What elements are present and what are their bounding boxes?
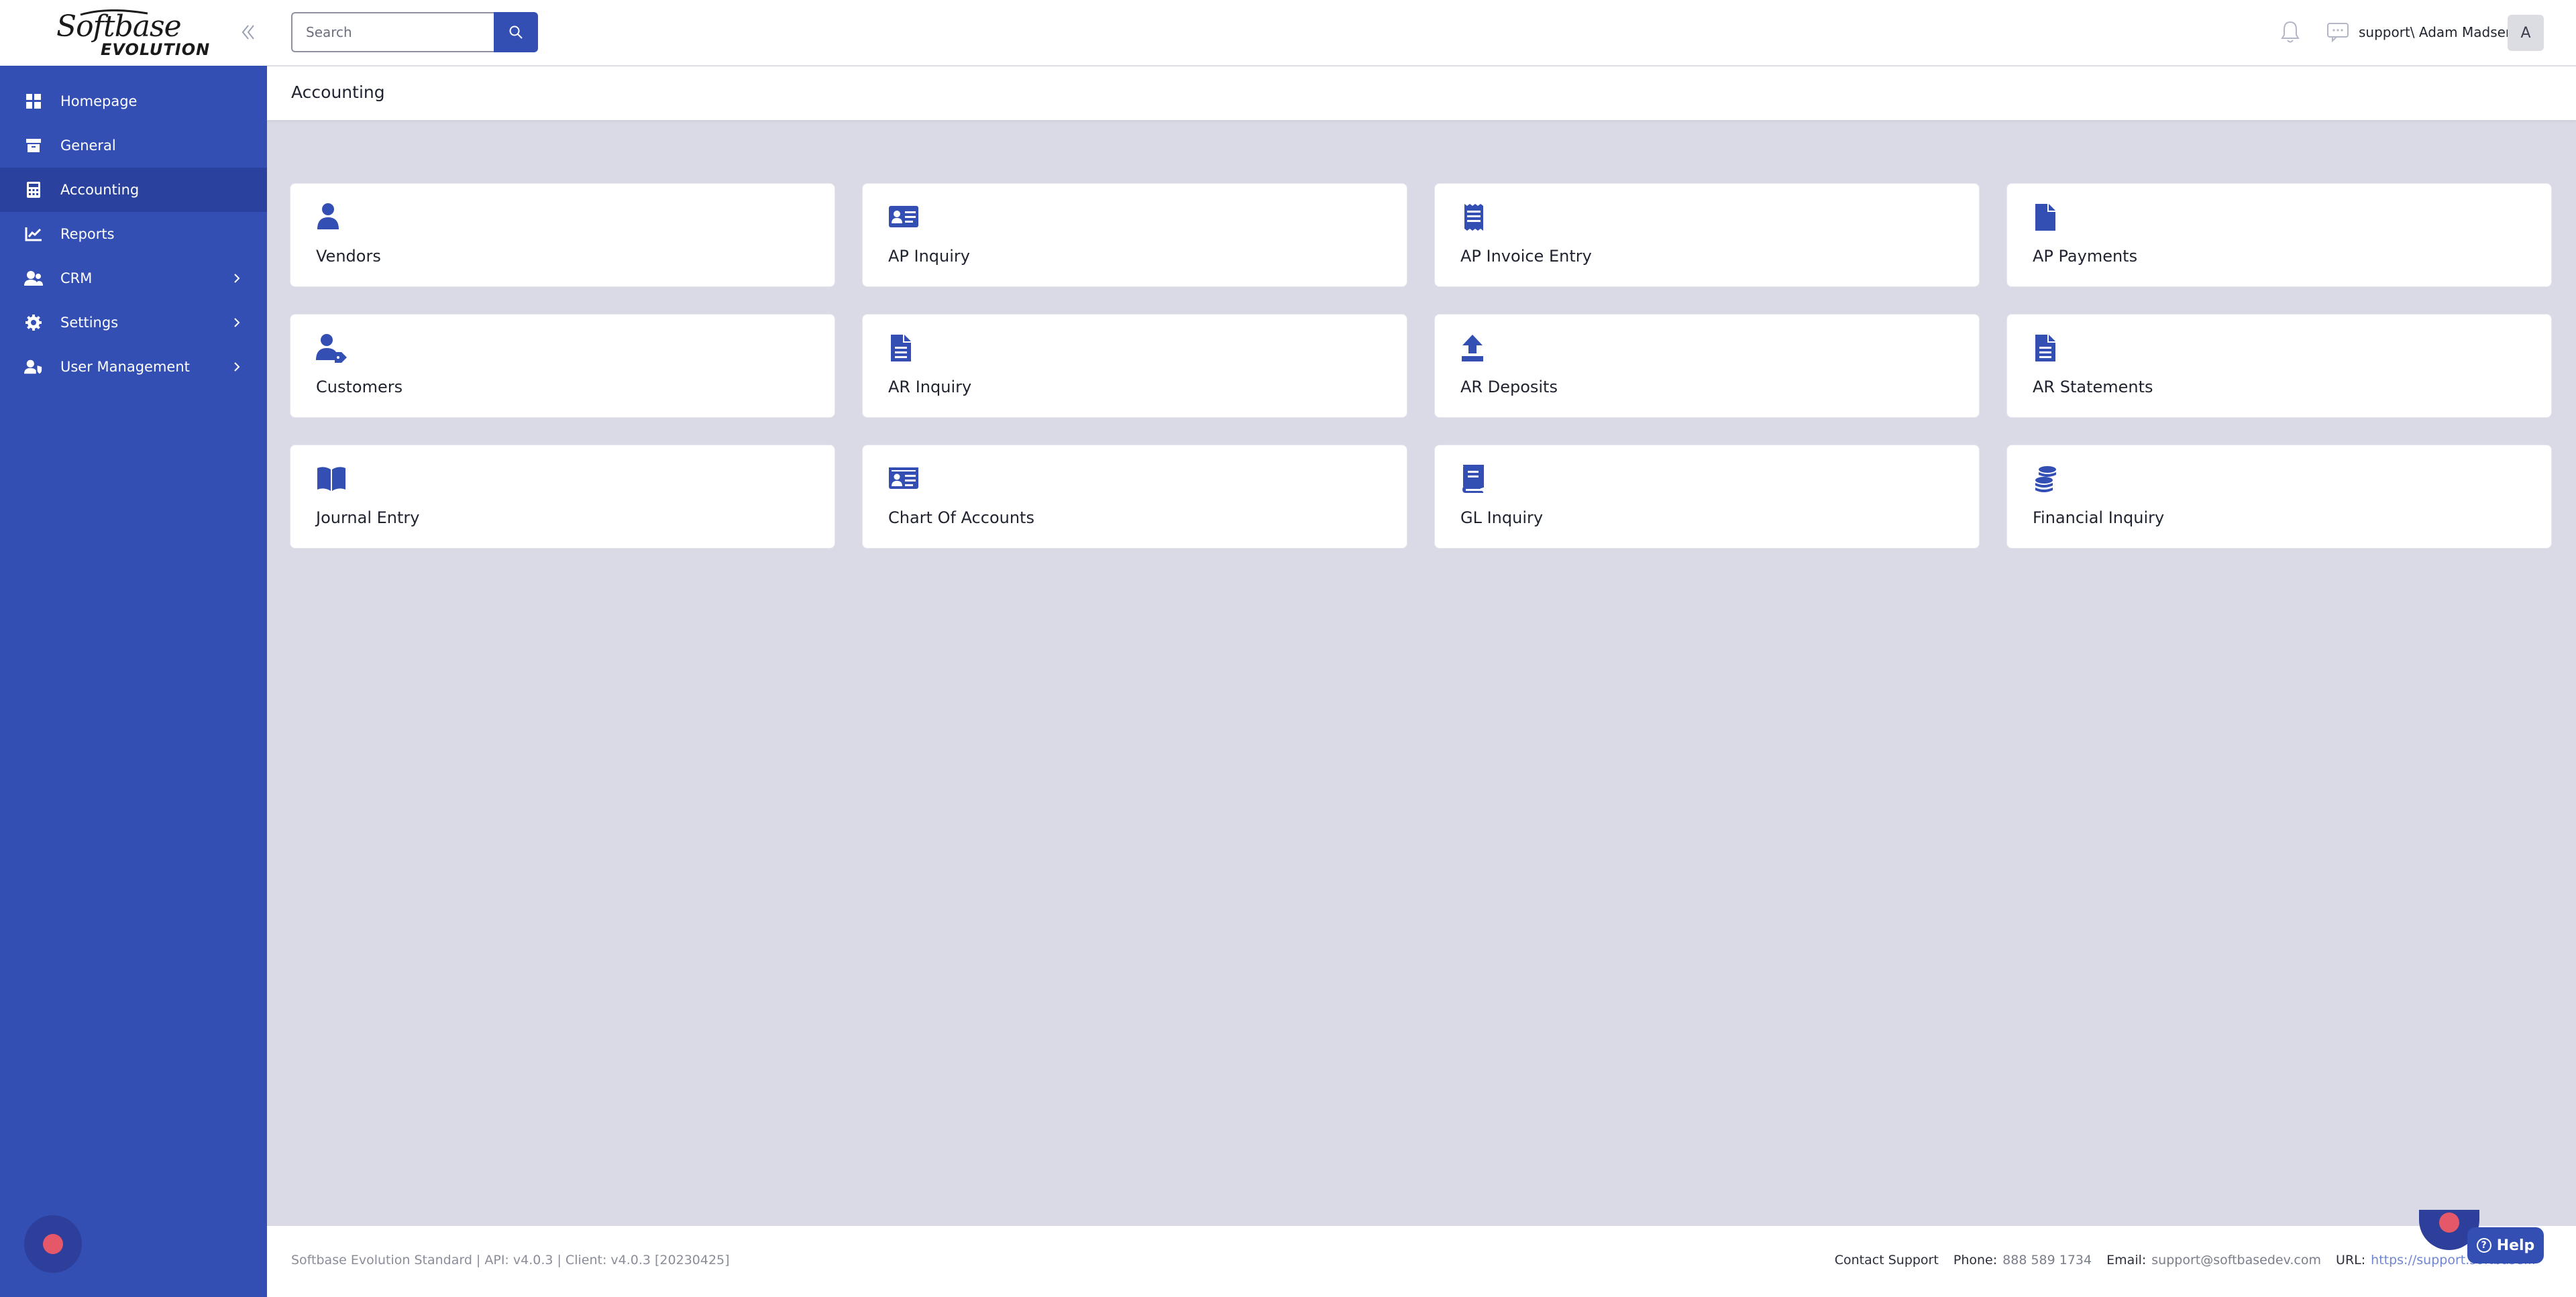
logo-main-text: Softbase — [56, 9, 182, 44]
book-icon — [1462, 465, 1484, 493]
footer: Softbase Evolution Standard | API: v4.0.… — [267, 1226, 2576, 1297]
sidebar-item-accounting[interactable]: Accounting — [0, 168, 267, 212]
sidebar-nav: Homepage General Accounting Reports CRM — [0, 79, 267, 389]
collapse-sidebar-button[interactable] — [239, 20, 258, 44]
sidebar-item-label: Homepage — [60, 93, 138, 109]
tile-label: GL Inquiry — [1460, 508, 1544, 527]
coins-icon — [2035, 466, 2056, 492]
sidebar-item-label: Reports — [60, 226, 115, 242]
sidebar-item-settings[interactable]: Settings — [0, 300, 267, 345]
logo-sub-text: EVOLUTION — [101, 40, 211, 59]
sidebar-item-general[interactable]: General — [0, 123, 267, 168]
page-header: Accounting — [267, 66, 2576, 120]
archive-icon — [24, 136, 43, 155]
tile-label: AR Deposits — [1460, 378, 1558, 396]
grid-icon — [24, 92, 43, 111]
topbar: support\ Adam Madsen A — [267, 0, 2576, 66]
softbase-logo[interactable]: Softbase EVOLUTION — [54, 9, 211, 59]
user-tag-icon — [316, 334, 347, 363]
receipt-icon — [1464, 204, 1483, 231]
file-alt-icon — [891, 335, 911, 361]
support-info: Contact Support Phone: 888 589 1734 Email… — [1824, 1253, 2536, 1267]
tile-label: Financial Inquiry — [2033, 508, 2165, 527]
tile-journal-entry[interactable]: Journal Entry — [290, 445, 835, 549]
sidebar: Softbase EVOLUTION Homepage General Acco… — [0, 0, 267, 1297]
version-info: Softbase Evolution Standard | API: v4.0.… — [291, 1253, 730, 1267]
search-input[interactable] — [292, 13, 495, 51]
sidebar-item-homepage[interactable]: Homepage — [0, 79, 267, 123]
sidebar-item-crm[interactable]: CRM — [0, 256, 267, 300]
tile-label: AR Statements — [2033, 378, 2153, 396]
tile-financial-inquiry[interactable]: Financial Inquiry — [2006, 445, 2552, 549]
gear-icon — [24, 313, 43, 332]
tile-label: Journal Entry — [316, 508, 420, 527]
bell-icon — [2281, 21, 2300, 43]
tile-ap-invoice-entry[interactable]: AP Invoice Entry — [1434, 183, 1980, 287]
sidebar-item-label: General — [60, 137, 116, 154]
tile-ar-inquiry[interactable]: AR Inquiry — [862, 314, 1407, 418]
phone-label: Phone: — [1953, 1253, 1998, 1267]
chevron-right-icon — [234, 318, 240, 327]
email-label: Email: — [2106, 1253, 2147, 1267]
chevron-right-icon — [234, 362, 240, 372]
avatar[interactable]: A — [2508, 15, 2544, 51]
url-label: URL: — [2336, 1253, 2366, 1267]
search-box — [291, 12, 495, 52]
tile-label: Chart Of Accounts — [888, 508, 1034, 527]
search-icon — [509, 25, 523, 39]
tile-label: AP Payments — [2033, 247, 2138, 266]
calculator-icon — [24, 180, 43, 199]
avatar-initial: A — [2520, 24, 2531, 42]
logo-area: Softbase EVOLUTION — [0, 0, 267, 66]
tile-label: Vendors — [316, 247, 381, 266]
tile-label: AP Invoice Entry — [1460, 247, 1592, 266]
record-button[interactable] — [24, 1215, 82, 1273]
file-alt-icon — [2035, 335, 2055, 361]
record-dot-icon — [43, 1234, 63, 1254]
id-card-icon — [889, 206, 918, 227]
question-circle-icon: ? — [2476, 1238, 2491, 1253]
page-title: Accounting — [291, 82, 385, 102]
user-shield-icon — [24, 357, 43, 376]
contact-support-label: Contact Support — [1834, 1253, 1939, 1267]
tile-vendors[interactable]: Vendors — [290, 183, 835, 287]
chevron-right-icon — [234, 274, 240, 283]
upload-icon — [1462, 335, 1483, 361]
tile-label: AR Inquiry — [888, 378, 972, 396]
search-button[interactable] — [494, 12, 538, 52]
messages-button[interactable] — [2326, 21, 2349, 43]
user-name[interactable]: support\ Adam Madsen — [2359, 24, 2514, 40]
sidebar-item-reports[interactable]: Reports — [0, 212, 267, 256]
sidebar-item-label: Accounting — [60, 182, 140, 198]
users-icon — [24, 269, 43, 288]
notifications-button[interactable] — [2280, 20, 2300, 44]
tile-chart-of-accounts[interactable]: Chart Of Accounts — [862, 445, 1407, 549]
help-button[interactable]: ? Help — [2467, 1227, 2544, 1263]
chart-line-icon — [24, 225, 43, 243]
sidebar-item-label: CRM — [60, 270, 93, 286]
sidebar-item-label: Settings — [60, 315, 119, 331]
sidebar-item-user-management[interactable]: User Management — [0, 345, 267, 389]
tile-ar-deposits[interactable]: AR Deposits — [1434, 314, 1980, 418]
tile-ar-statements[interactable]: AR Statements — [2006, 314, 2552, 418]
book-open-icon — [317, 467, 345, 491]
file-icon — [2035, 204, 2055, 231]
tile-label: AP Inquiry — [888, 247, 970, 266]
chat-icon — [2327, 23, 2349, 43]
email-link[interactable]: support@softbasedev.com — [2151, 1253, 2321, 1267]
help-label: Help — [2496, 1237, 2535, 1254]
tile-gl-inquiry[interactable]: GL Inquiry — [1434, 445, 1980, 549]
tile-grid: Vendors AP Inquiry AP Invoice Entry AP P… — [290, 183, 2555, 549]
phone-number: 888 589 1734 — [2002, 1253, 2092, 1267]
tile-ap-inquiry[interactable]: AP Inquiry — [862, 183, 1407, 287]
sidebar-item-label: User Management — [60, 359, 190, 375]
help-widget-dot-icon — [2439, 1213, 2459, 1233]
user-icon — [317, 203, 339, 229]
chevrons-left-icon — [241, 25, 254, 40]
tile-customers[interactable]: Customers — [290, 314, 835, 418]
id-card-icon — [889, 467, 918, 489]
tile-label: Customers — [316, 378, 403, 396]
tile-ap-payments[interactable]: AP Payments — [2006, 183, 2552, 287]
